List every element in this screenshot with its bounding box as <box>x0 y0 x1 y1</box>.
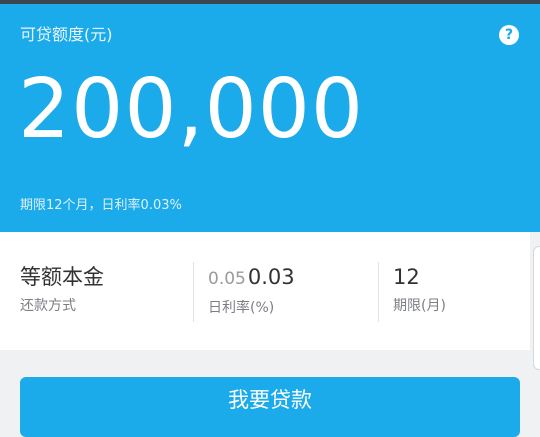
daily-rate-values: 0.050.03 <box>208 262 295 294</box>
repayment-method-label: 还款方式 <box>20 298 76 314</box>
loan-amount-value: 200,000 <box>18 62 365 157</box>
daily-rate-label: 日利率(%) <box>208 300 275 316</box>
repayment-method-value: 等额本金 <box>20 265 104 289</box>
loan-term-label: 期限(月) <box>393 298 446 314</box>
daily-rate-value: 0.03 <box>247 265 295 289</box>
help-question-icon[interactable]: ? <box>499 25 519 45</box>
daily-rate-old: 0.05 <box>208 269 246 289</box>
loan-term-value: 12 <box>393 265 420 289</box>
loan-amount-panel: 可贷额度(元) ? 200,000 期限12个月，日利率0.03% <box>0 4 540 232</box>
amount-label: 可贷额度(元) <box>20 25 113 44</box>
daily-rate: 0.050.03 日利率(%) <box>208 262 295 318</box>
loan-terms-summary: 期限12个月，日利率0.03% <box>20 198 182 213</box>
detail-divider <box>193 262 194 322</box>
repayment-method: 等额本金 还款方式 <box>20 262 104 316</box>
loan-term: 12 期限(月) <box>393 262 446 316</box>
apply-loan-button[interactable]: 我要贷款 <box>20 377 520 437</box>
loan-details-card: 等额本金 还款方式 0.050.03 日利率(%) 12 期限(月) <box>0 232 530 350</box>
detail-divider <box>378 262 379 322</box>
side-panel-edge <box>533 246 540 370</box>
